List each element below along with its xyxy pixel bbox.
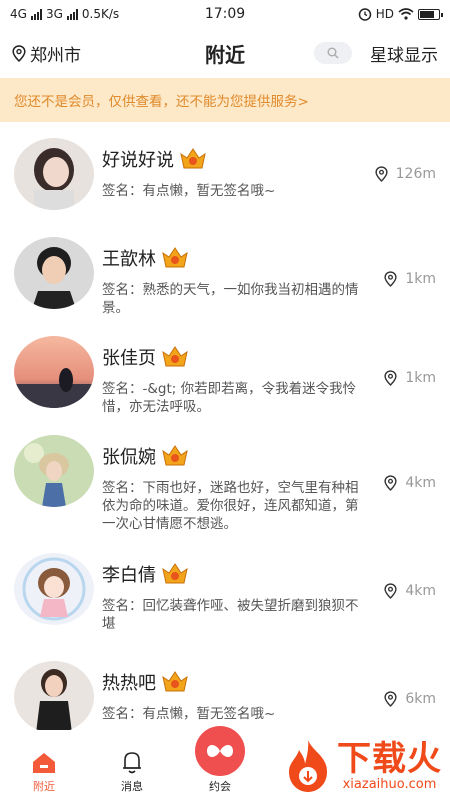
- location-pin-icon: [384, 583, 397, 599]
- list-item[interactable]: 张侃婉 签名：下雨也好，迷路也好，空气里有种相依为命的味道。爱你很好，连风都知道…: [0, 419, 450, 537]
- status-right: HD: [358, 7, 443, 21]
- alarm-icon: [358, 8, 371, 21]
- tab-messages-label: 消息: [121, 780, 143, 793]
- list-item[interactable]: 李白倩 签名：回忆装聋作哑、被失望折磨到狼狈不堪 4km: [0, 537, 450, 645]
- vip-badge-icon: [162, 247, 188, 268]
- vip-badge-icon: [162, 671, 188, 692]
- user-signature: 签名：下雨也好，迷路也好，空气里有种相依为命的味道。爱你很好，连风都知道，第一次…: [102, 480, 359, 532]
- list-item[interactable]: 热热吧 签名：有点懒，暂无签名哦~ 6km: [0, 645, 450, 730]
- meet-button[interactable]: [195, 726, 245, 776]
- tab-nearby-label: 附近: [33, 780, 55, 793]
- avatar[interactable]: [14, 336, 94, 408]
- location-pin-icon: [384, 271, 397, 287]
- city-name: 郑州市: [30, 45, 81, 66]
- signal-icon: [30, 8, 42, 20]
- avatar[interactable]: [14, 237, 94, 309]
- user-name: 张佳页: [102, 348, 156, 369]
- network-type-1: 4G: [10, 7, 27, 21]
- list-item[interactable]: 张佳页 签名：-&gt; 你若即若离，令我着迷令我怜惜，亦无法呼吸。 1km: [0, 320, 450, 419]
- user-signature: 签名：回忆装聋作哑、被失望折磨到狼狈不堪: [102, 598, 359, 632]
- location-pin-icon: [384, 691, 397, 707]
- battery-icon: [418, 8, 443, 20]
- distance: 4km: [384, 583, 436, 599]
- avatar[interactable]: [14, 435, 94, 507]
- search-icon: [327, 47, 339, 59]
- tab-nearby[interactable]: 附近: [0, 752, 88, 794]
- vip-badge-icon: [162, 563, 188, 584]
- tab-meet-label: 约会: [209, 780, 231, 793]
- user-name: 好说好说: [102, 150, 174, 171]
- nearby-user-list[interactable]: 好说好说 签名：有点懒，暂无签名哦~ 126m 王歆林 签名：熟悉的天气，一如你…: [0, 122, 450, 730]
- user-signature: 签名：有点懒，暂无签名哦~: [102, 183, 276, 199]
- location-pin-icon: [384, 475, 397, 491]
- watermark-logo: 下载火 xiazaihuo.com: [283, 738, 442, 794]
- network-type-2: 3G: [45, 7, 63, 21]
- banner-text: 您还不是会员，仅供查看，还不能为您提供服务>: [14, 94, 309, 110]
- distance-value: 6km: [405, 691, 436, 707]
- distance: 1km: [384, 271, 436, 287]
- avatar[interactable]: [14, 661, 94, 730]
- watermark-cn: 下载火: [337, 738, 442, 779]
- planet-display-button[interactable]: 星球显示: [370, 41, 438, 66]
- city-selector[interactable]: 郑州市: [12, 41, 81, 66]
- signal-icon-2: [66, 8, 78, 20]
- location-pin-icon: [12, 44, 26, 62]
- bell-icon: [123, 752, 141, 774]
- location-pin-icon: [375, 166, 388, 182]
- distance: 6km: [384, 691, 436, 707]
- user-signature: 签名：有点懒，暂无签名哦~: [102, 706, 276, 722]
- list-item[interactable]: 王歆林 签名：熟悉的天气，一如你我当初相遇的情景。 1km: [0, 221, 450, 320]
- hd-label: HD: [375, 7, 394, 21]
- distance: 126m: [375, 166, 436, 182]
- home-icon: [33, 753, 55, 773]
- user-name: 王歆林: [102, 249, 156, 270]
- distance-value: 4km: [405, 475, 436, 491]
- vip-badge-icon: [180, 148, 206, 169]
- distance: 1km: [384, 370, 436, 386]
- top-header: 郑州市 附近 星球显示: [0, 28, 450, 78]
- status-bar: 4G 3G 0.5K/s 17:09 HD: [0, 0, 450, 28]
- user-signature: 签名：熟悉的天气，一如你我当初相遇的情景。: [102, 282, 359, 316]
- distance: 4km: [384, 475, 436, 491]
- distance-value: 126m: [395, 166, 436, 182]
- user-name: 张侃婉: [102, 447, 156, 468]
- distance-value: 4km: [405, 583, 436, 599]
- distance-value: 1km: [405, 370, 436, 386]
- network-speed: 0.5K/s: [81, 7, 120, 21]
- tab-messages[interactable]: 消息: [88, 750, 176, 794]
- watermark-en: xiazaihuo.com: [342, 776, 437, 792]
- search-button[interactable]: [314, 42, 352, 64]
- avatar[interactable]: [14, 138, 94, 210]
- distance-value: 1km: [405, 271, 436, 287]
- user-name: 热热吧: [102, 673, 156, 694]
- wifi-icon: [398, 8, 414, 20]
- list-item[interactable]: 好说好说 签名：有点懒，暂无签名哦~ 126m: [0, 122, 450, 221]
- vip-badge-icon: [162, 346, 188, 367]
- status-left: 4G 3G 0.5K/s: [10, 7, 119, 21]
- location-pin-icon: [384, 370, 397, 386]
- avatar[interactable]: [14, 553, 94, 625]
- flame-logo-icon: [289, 740, 327, 792]
- tab-meet[interactable]: 约会: [176, 726, 264, 794]
- membership-banner[interactable]: 您还不是会员，仅供查看，还不能为您提供服务>: [0, 78, 450, 122]
- user-name: 李白倩: [102, 565, 156, 586]
- user-signature: 签名：-&gt; 你若即若离，令我着迷令我怜惜，亦无法呼吸。: [102, 381, 357, 415]
- vip-badge-icon: [162, 445, 188, 466]
- meet-icon: [207, 745, 233, 757]
